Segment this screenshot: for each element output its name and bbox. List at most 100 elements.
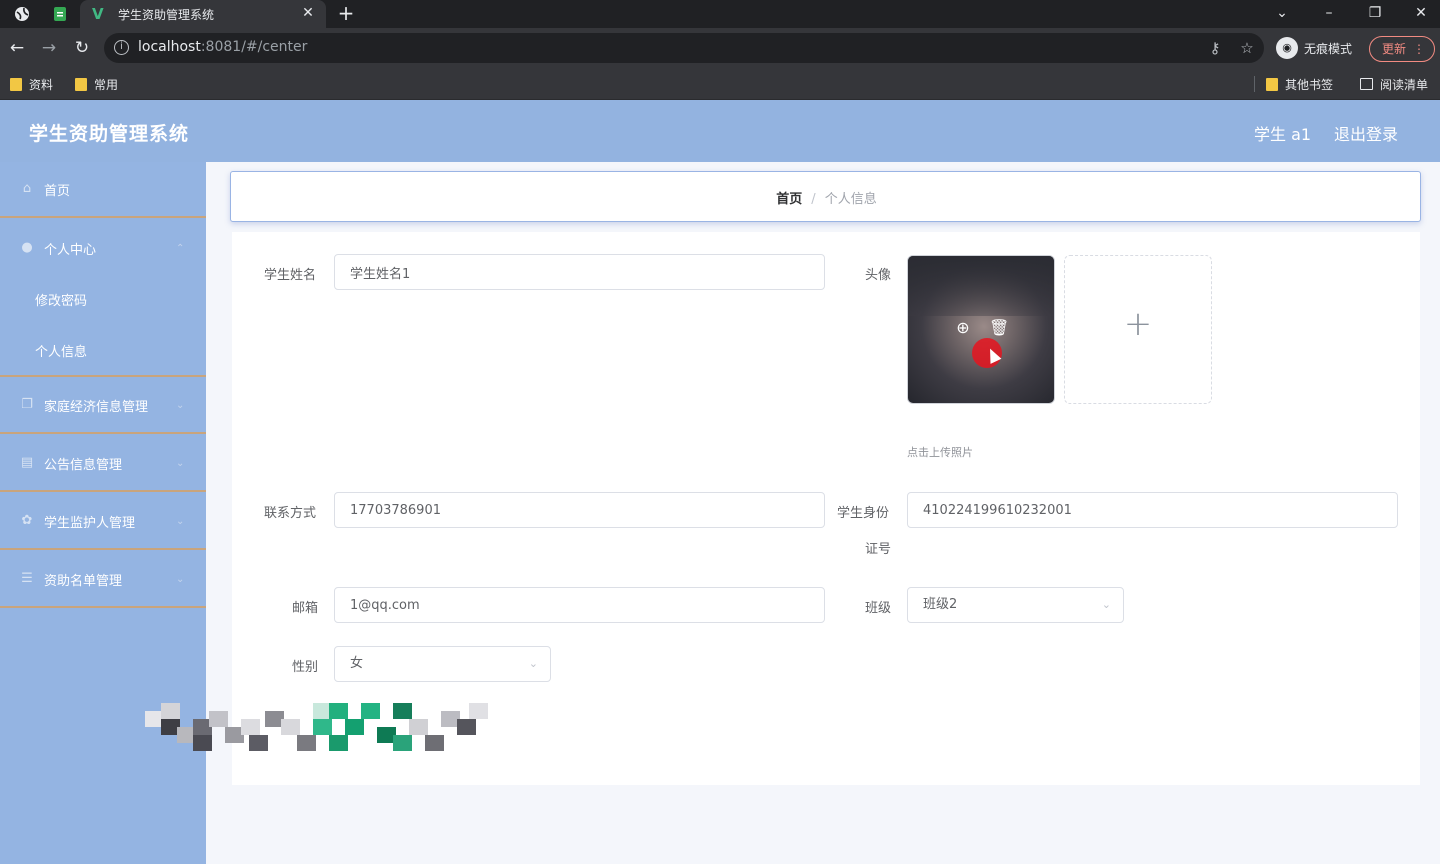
- gender-label: 性别: [292, 660, 319, 675]
- gender-select-value: 女: [350, 656, 364, 671]
- bookmark-star-icon[interactable]: ☆: [1237, 38, 1257, 58]
- class-label: 班级: [865, 601, 892, 616]
- pinned-tab-globe-icon[interactable]: [12, 4, 32, 24]
- site-info-icon[interactable]: i: [114, 40, 129, 55]
- reading-list[interactable]: 阅读清单: [1360, 75, 1428, 93]
- incognito-label: 无痕模式: [1304, 41, 1353, 56]
- browser-tab-strip: V 学生资助管理系统 ✕ + ⌄ – ❐ ✕: [0, 0, 1440, 28]
- id-card-input[interactable]: [907, 492, 1398, 528]
- bookmark-folder-changyong[interactable]: 常用: [75, 75, 118, 93]
- email-label: 邮箱: [292, 601, 319, 616]
- email-input[interactable]: [334, 587, 825, 623]
- breadcrumb-separator: /: [811, 192, 816, 207]
- tab-title: 学生资助管理系统: [118, 8, 215, 22]
- sidebar-item-personal-center[interactable]: ● 个人中心 ⌃: [0, 220, 206, 276]
- bookmarks-divider: [1254, 76, 1255, 92]
- reading-list-icon: [1360, 78, 1373, 90]
- sidebar-item-family-economy[interactable]: ❐ 家庭经济信息管理 ⌄: [0, 378, 206, 434]
- trash-icon[interactable]: 🗑: [989, 318, 1009, 338]
- student-name-input[interactable]: [334, 254, 825, 290]
- document-icon: ❐: [21, 397, 33, 412]
- incognito-indicator[interactable]: ◉ 无痕模式: [1276, 36, 1352, 60]
- tab-close-icon[interactable]: ✕: [300, 5, 316, 21]
- reading-list-label: 阅读清单: [1380, 77, 1429, 92]
- update-label: 更新: [1382, 42, 1407, 56]
- avatar-upload-button[interactable]: +: [1064, 255, 1212, 404]
- chevron-down-icon: ⌄: [1101, 598, 1111, 611]
- update-button[interactable]: 更新 ⋮: [1369, 36, 1435, 62]
- notice-icon: ▤: [20, 455, 34, 470]
- plus-icon: +: [1123, 304, 1153, 344]
- avatar-photo-shade: [908, 256, 1054, 316]
- app-title: 学生资助管理系统: [29, 123, 190, 145]
- new-tab-plus-icon[interactable]: +: [336, 2, 356, 24]
- sidebar-item-label: 首页: [44, 183, 71, 199]
- sidebar-item-guardian[interactable]: ✿ 学生监护人管理 ⌄: [0, 494, 206, 550]
- sidebar: ⌂ 首页 ● 个人中心 ⌃ 修改密码 个人信息 ❐ 家庭经济信息管理 ⌄ ▤ 公…: [0, 162, 206, 864]
- phone-label: 联系方式: [264, 506, 317, 521]
- chevron-down-icon: ⌄: [528, 657, 538, 670]
- logout-link[interactable]: 退出登录: [1334, 121, 1398, 145]
- sidebar-subitem-change-password[interactable]: 修改密码: [0, 274, 206, 324]
- sidebar-item-notice[interactable]: ▤ 公告信息管理 ⌄: [0, 436, 206, 492]
- class-select-value: 班级2: [923, 597, 958, 612]
- breadcrumb-card: 首页 / 个人信息: [230, 171, 1421, 222]
- window-close-icon[interactable]: ✕: [1407, 2, 1435, 24]
- bookmark-label: 资料: [29, 77, 54, 92]
- list-icon: ☰: [21, 571, 33, 586]
- sidebar-item-label: 公告信息管理: [44, 457, 123, 473]
- sidebar-item-label: 学生监护人管理: [44, 515, 136, 531]
- sidebar-subitem-label: 个人信息: [35, 344, 88, 360]
- chevron-down-icon: ⌄: [176, 457, 185, 469]
- sidebar-subitem-personal-info[interactable]: 个人信息: [0, 325, 206, 377]
- incognito-icon: ◉: [1276, 37, 1298, 59]
- zoom-in-icon[interactable]: ⊕: [953, 318, 973, 338]
- sidebar-item-label: 个人中心: [44, 242, 97, 258]
- sidebar-item-label: 家庭经济信息管理: [44, 399, 149, 415]
- user-icon: ●: [21, 240, 33, 255]
- phone-input[interactable]: [334, 492, 825, 528]
- password-key-icon[interactable]: ⚷: [1205, 38, 1225, 58]
- student-name-label: 学生姓名: [264, 268, 317, 283]
- avatar-image[interactable]: ⊕ 🗑: [907, 255, 1055, 404]
- gender-select[interactable]: 女 ⌄: [334, 646, 551, 682]
- current-user: 学生 a1: [1254, 125, 1312, 144]
- bookmark-label: 其他书签: [1285, 77, 1334, 92]
- restore-icon[interactable]: ❐: [1361, 2, 1389, 24]
- forward-arrow-icon[interactable]: →: [38, 37, 60, 59]
- id-card-label-line2: 证号: [865, 542, 892, 557]
- home-icon: ⌂: [22, 181, 32, 196]
- bookmark-folder-ziliao[interactable]: 资料: [10, 75, 53, 93]
- address-bar[interactable]: i localhost:8081/#/center ⚷ ☆: [104, 33, 1264, 63]
- folder-icon: [1266, 77, 1278, 91]
- tab-search-chevron-icon[interactable]: ⌄: [1268, 2, 1296, 24]
- chevron-down-icon: ⌄: [176, 515, 185, 527]
- chevron-up-icon: ⌃: [176, 242, 185, 254]
- avatar-label: 头像: [865, 268, 892, 283]
- breadcrumb-home[interactable]: 首页: [776, 192, 802, 207]
- id-card-label: 学生身份: [837, 506, 890, 521]
- bookmark-other[interactable]: 其他书签: [1266, 75, 1333, 93]
- bookmarks-bar: 资料 常用 其他书签 阅读清单: [0, 68, 1440, 100]
- active-tab[interactable]: V 学生资助管理系统 ✕: [80, 0, 326, 28]
- pinned-tab-sheet-icon[interactable]: [50, 4, 70, 24]
- sidebar-item-home[interactable]: ⌂ 首页: [0, 162, 206, 218]
- folder-icon: [10, 77, 22, 91]
- redacted-buttons-mosaic: [145, 703, 488, 751]
- guardian-icon: ✿: [21, 513, 33, 528]
- app-header: 学生资助管理系统 学生 a1 退出登录: [0, 100, 1440, 162]
- upload-tip: 点击上传照片: [907, 446, 973, 459]
- back-arrow-icon[interactable]: ←: [6, 37, 28, 59]
- folder-icon: [75, 77, 87, 91]
- chevron-down-icon: ⌄: [176, 399, 185, 411]
- breadcrumb: 首页 / 个人信息: [231, 188, 1422, 207]
- reload-icon[interactable]: ↻: [71, 37, 93, 59]
- more-menu-icon: ⋮: [1413, 42, 1425, 56]
- minimize-icon[interactable]: –: [1315, 2, 1343, 24]
- class-select[interactable]: 班级2 ⌄: [907, 587, 1124, 623]
- sidebar-item-aid-list[interactable]: ☰ 资助名单管理 ⌄: [0, 552, 206, 608]
- vue-logo-icon: V: [92, 5, 104, 23]
- url-text[interactable]: localhost:8081/#/center: [138, 39, 307, 55]
- chevron-down-icon: ⌄: [176, 573, 185, 585]
- sidebar-item-label: 资助名单管理: [44, 573, 123, 589]
